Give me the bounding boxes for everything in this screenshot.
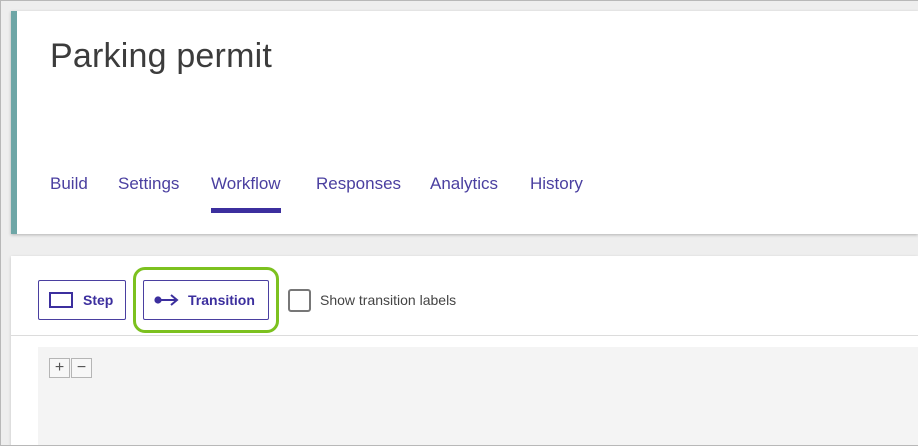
tab-analytics[interactable]: Analytics	[430, 174, 498, 194]
step-button-label: Step	[83, 292, 114, 308]
tab-responses[interactable]: Responses	[316, 174, 401, 194]
form-header: Parking permit Build Settings Workflow R…	[11, 11, 918, 234]
tab-workflow[interactable]: Workflow	[211, 174, 281, 213]
tab-history[interactable]: History	[530, 174, 583, 194]
toolbar-divider	[11, 335, 918, 336]
show-transition-labels-checkbox[interactable]	[288, 289, 311, 312]
zoom-out-button[interactable]: −	[71, 358, 92, 378]
add-transition-button[interactable]: Transition	[143, 280, 269, 320]
show-transition-labels-label[interactable]: Show transition labels	[320, 292, 456, 308]
workflow-canvas[interactable]: + −	[38, 347, 918, 446]
rectangle-icon	[49, 292, 73, 308]
add-step-button[interactable]: Step	[38, 280, 126, 320]
zoom-in-button[interactable]: +	[49, 358, 70, 378]
tab-build[interactable]: Build	[50, 174, 88, 194]
page-title: Parking permit	[50, 37, 272, 75]
tab-settings[interactable]: Settings	[118, 174, 179, 194]
arrow-right-icon	[154, 294, 179, 306]
transition-button-label: Transition	[188, 292, 255, 308]
workflow-panel: Step Transition Show transition labels +…	[11, 256, 918, 446]
